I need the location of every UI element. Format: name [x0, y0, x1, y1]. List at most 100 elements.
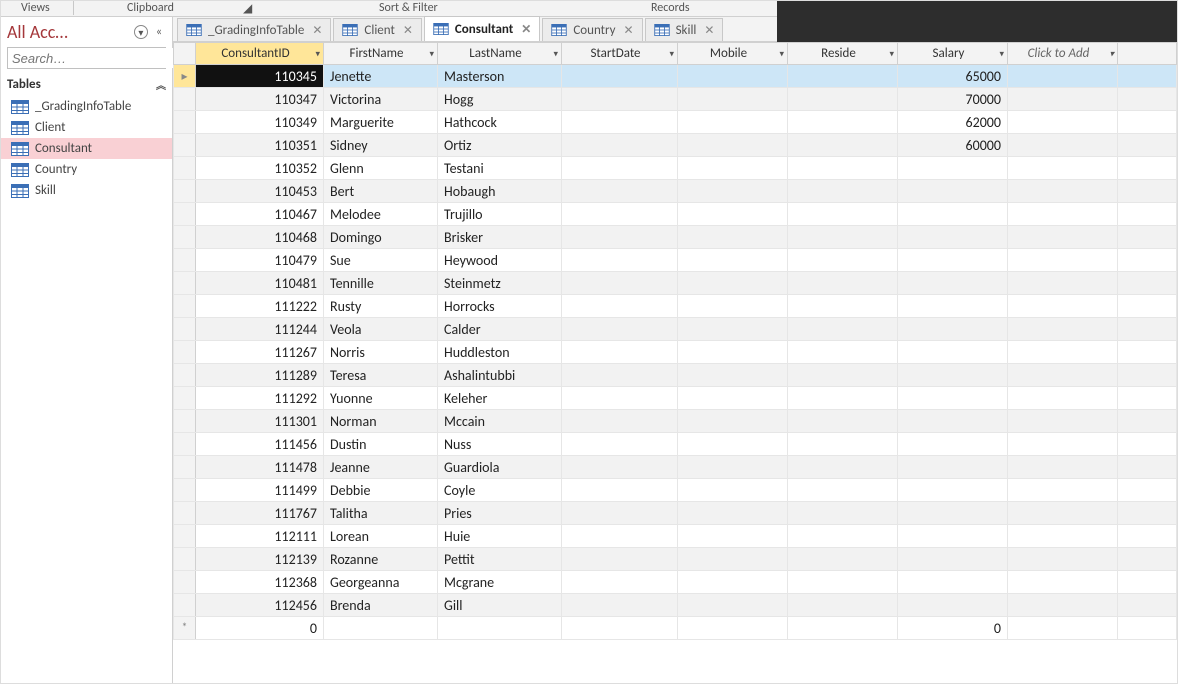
column-header-startdate[interactable]: StartDate▾	[562, 43, 678, 65]
cell-consultantid[interactable]: 112456	[196, 594, 324, 617]
cell-reside[interactable]	[788, 180, 898, 203]
cell-consultantid[interactable]: 111767	[196, 502, 324, 525]
cell-reside[interactable]	[788, 341, 898, 364]
cell-firstname[interactable]: Domingo	[324, 226, 438, 249]
cell-lastname[interactable]: Ashalintubbi	[438, 364, 562, 387]
cell-mobile[interactable]	[678, 111, 788, 134]
table-row[interactable]: 110352GlennTestani	[174, 157, 1177, 180]
cell-startdate[interactable]	[562, 502, 678, 525]
cell-salary[interactable]	[898, 295, 1008, 318]
cell-lastname[interactable]: Coyle	[438, 479, 562, 502]
cell-salary[interactable]	[898, 571, 1008, 594]
cell-lastname[interactable]: Testani	[438, 157, 562, 180]
tab-consultant[interactable]: Consultant✕	[424, 16, 540, 41]
nav-item-skill[interactable]: Skill	[1, 180, 172, 201]
cell-salary[interactable]: 65000	[898, 65, 1008, 88]
cell-firstname[interactable]: Tennille	[324, 272, 438, 295]
cell-mobile[interactable]	[678, 525, 788, 548]
cell-add[interactable]	[1008, 502, 1118, 525]
cell-lastname[interactable]: Huie	[438, 525, 562, 548]
cell-add[interactable]	[1008, 594, 1118, 617]
cell-mobile[interactable]	[678, 88, 788, 111]
cell-startdate[interactable]	[562, 387, 678, 410]
new-record-row[interactable]: *00	[174, 617, 1177, 640]
cell-add[interactable]	[1008, 456, 1118, 479]
cell-add[interactable]	[1008, 65, 1118, 88]
cell-startdate[interactable]	[562, 203, 678, 226]
cell-salary[interactable]	[898, 364, 1008, 387]
cell-salary[interactable]	[898, 272, 1008, 295]
cell-firstname[interactable]: Debbie	[324, 479, 438, 502]
cell-reside[interactable]	[788, 65, 898, 88]
cell-firstname[interactable]: Brenda	[324, 594, 438, 617]
cell-firstname[interactable]: Jeanne	[324, 456, 438, 479]
cell-firstname[interactable]: Veola	[324, 318, 438, 341]
cell-add[interactable]	[1008, 88, 1118, 111]
cell-mobile[interactable]	[678, 272, 788, 295]
row-selector[interactable]	[174, 548, 196, 571]
cell-salary[interactable]: 62000	[898, 111, 1008, 134]
cell-mobile[interactable]	[678, 502, 788, 525]
cell-add[interactable]	[1008, 111, 1118, 134]
row-selector[interactable]	[174, 295, 196, 318]
nav-item-country[interactable]: Country	[1, 159, 172, 180]
cell-lastname[interactable]: Hogg	[438, 88, 562, 111]
cell-consultantid[interactable]: 110352	[196, 157, 324, 180]
cell-lastname[interactable]: Brisker	[438, 226, 562, 249]
row-selector[interactable]	[174, 433, 196, 456]
cell-mobile[interactable]	[678, 341, 788, 364]
cell-firstname[interactable]: Rusty	[324, 295, 438, 318]
cell-mobile[interactable]	[678, 387, 788, 410]
cell-add[interactable]	[1008, 226, 1118, 249]
row-selector[interactable]	[174, 134, 196, 157]
cell-firstname[interactable]: Teresa	[324, 364, 438, 387]
cell-consultantid[interactable]: 110351	[196, 134, 324, 157]
cell-startdate[interactable]	[562, 364, 678, 387]
row-selector[interactable]	[174, 249, 196, 272]
cell-reside[interactable]	[788, 502, 898, 525]
column-header-lastname[interactable]: LastName▾	[438, 43, 562, 65]
table-row[interactable]: 110347VictorinaHogg70000	[174, 88, 1177, 111]
table-row[interactable]: 110453BertHobaugh	[174, 180, 1177, 203]
cell-startdate[interactable]	[562, 456, 678, 479]
cell-add[interactable]	[1008, 525, 1118, 548]
cell-reside[interactable]	[788, 157, 898, 180]
table-row[interactable]: 111499DebbieCoyle	[174, 479, 1177, 502]
cell-consultantid[interactable]: 111267	[196, 341, 324, 364]
table-row[interactable]: ▸110345JenetteMasterson65000	[174, 65, 1177, 88]
table-row[interactable]: 111244VeolaCalder	[174, 318, 1177, 341]
cell-firstname[interactable]: Dustin	[324, 433, 438, 456]
cell-consultantid[interactable]: 110479	[196, 249, 324, 272]
cell-add[interactable]	[1008, 295, 1118, 318]
cell-salary[interactable]	[898, 594, 1008, 617]
cell-lastname[interactable]: Huddleston	[438, 341, 562, 364]
cell-lastname[interactable]: Masterson	[438, 65, 562, 88]
cell-add[interactable]	[1008, 548, 1118, 571]
row-selector[interactable]	[174, 410, 196, 433]
cell-lastname[interactable]: Mcgrane	[438, 571, 562, 594]
cell-consultantid[interactable]: 110467	[196, 203, 324, 226]
cell-reside[interactable]	[788, 88, 898, 111]
table-row[interactable]: 111478JeanneGuardiola	[174, 456, 1177, 479]
cell-mobile[interactable]	[678, 410, 788, 433]
cell-consultantid[interactable]: 110453	[196, 180, 324, 203]
cell-mobile[interactable]	[678, 134, 788, 157]
cell-reside[interactable]	[788, 456, 898, 479]
table-row[interactable]: 111289TeresaAshalintubbi	[174, 364, 1177, 387]
cell-add[interactable]	[1008, 157, 1118, 180]
cell-mobile[interactable]	[678, 456, 788, 479]
cell-reside[interactable]	[788, 364, 898, 387]
cell-salary[interactable]	[898, 226, 1008, 249]
cell-add[interactable]	[1008, 479, 1118, 502]
cell-reside[interactable]	[788, 295, 898, 318]
cell-firstname[interactable]: Bert	[324, 180, 438, 203]
row-selector[interactable]	[174, 203, 196, 226]
cell-mobile[interactable]	[678, 226, 788, 249]
cell-reside[interactable]	[788, 249, 898, 272]
cell-startdate[interactable]	[562, 226, 678, 249]
cell-add[interactable]	[1008, 433, 1118, 456]
cell-mobile[interactable]	[678, 548, 788, 571]
cell-firstname[interactable]: Sidney	[324, 134, 438, 157]
nav-group-collapse-icon[interactable]: ︽	[156, 77, 166, 92]
column-header-mobile[interactable]: Mobile▾	[678, 43, 788, 65]
